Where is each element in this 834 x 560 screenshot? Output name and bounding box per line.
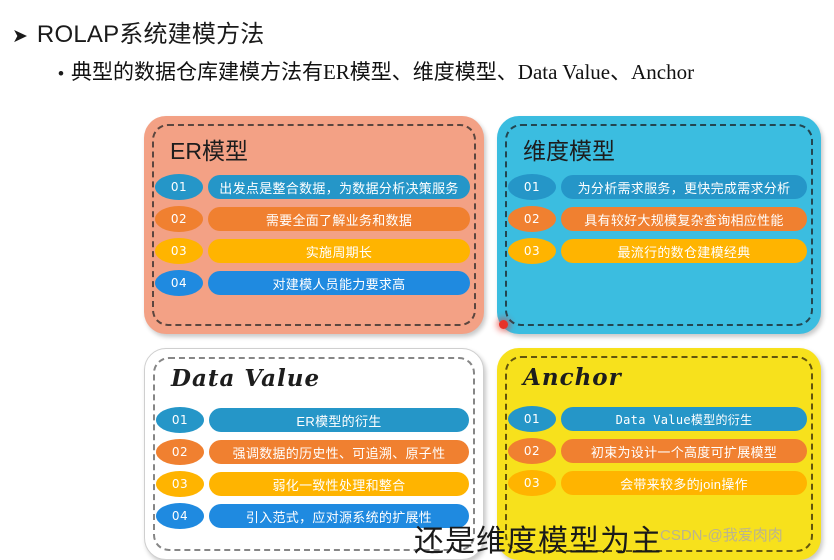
- panel-title-dimension: 维度模型: [523, 138, 615, 164]
- row-bar: 对建模人员能力要求高: [208, 271, 470, 295]
- row-bar: Data Value模型的衍生: [561, 407, 807, 431]
- row-bar: 出发点是整合数据，为数据分析决策服务: [208, 175, 470, 199]
- watermark-text: CSDN-@我爱肉肉: [660, 527, 783, 544]
- row-bar: 具有较好大规模复杂查询相应性能: [561, 207, 807, 231]
- panel-row-list-er: 01 出发点是整合数据，为数据分析决策服务 02 需要全面了解业务和数据 03 …: [155, 174, 470, 302]
- row-badge: 01: [155, 174, 203, 200]
- list-item: 04 对建模人员能力要求高: [155, 270, 470, 296]
- red-marker-dot: [499, 320, 508, 329]
- quadrant-diagram: ER模型 01 出发点是整合数据，为数据分析决策服务 02 需要全面了解业务和数…: [0, 0, 834, 560]
- row-badge: 01: [508, 174, 556, 200]
- list-item: 01 为分析需求服务，更快完成需求分析: [508, 174, 807, 200]
- row-badge: 01: [156, 407, 204, 433]
- row-badge: 03: [508, 470, 556, 496]
- row-bar: 会带来较多的join操作: [561, 471, 807, 495]
- panel-title-anchor: Anchor: [523, 364, 622, 391]
- row-bar: 初束为设计一个高度可扩展模型: [561, 439, 807, 463]
- panel-title-data-value: Data Value: [171, 365, 321, 392]
- list-item: 03 最流行的数仓建模经典: [508, 238, 807, 264]
- panel-row-list-anchor: 01 Data Value模型的衍生 02 初束为设计一个高度可扩展模型 03 …: [508, 406, 807, 502]
- row-bar: 实施周期长: [208, 239, 470, 263]
- row-badge: 02: [156, 439, 204, 465]
- overlay-annotation-text: 还是维度模型为主: [414, 525, 662, 558]
- row-bar: 需要全面了解业务和数据: [208, 207, 470, 231]
- list-item: 01 ER模型的衍生: [156, 407, 469, 433]
- row-bar: 为分析需求服务，更快完成需求分析: [561, 175, 807, 199]
- list-item: 02 强调数据的历史性、可追溯、原子性: [156, 439, 469, 465]
- row-badge: 03: [155, 238, 203, 264]
- list-item: 02 具有较好大规模复杂查询相应性能: [508, 206, 807, 232]
- row-badge: 02: [508, 438, 556, 464]
- row-bar: 强调数据的历史性、可追溯、原子性: [209, 440, 469, 464]
- panel-dimension-model: 维度模型 01 为分析需求服务，更快完成需求分析 02 具有较好大规模复杂查询相…: [497, 116, 821, 334]
- list-item: 01 出发点是整合数据，为数据分析决策服务: [155, 174, 470, 200]
- row-badge: 02: [508, 206, 556, 232]
- list-item: 03 弱化一致性处理和整合: [156, 471, 469, 497]
- panel-row-list-dimension: 01 为分析需求服务，更快完成需求分析 02 具有较好大规模复杂查询相应性能 0…: [508, 174, 807, 270]
- panel-er-model: ER模型 01 出发点是整合数据，为数据分析决策服务 02 需要全面了解业务和数…: [144, 116, 484, 334]
- panel-title-er: ER模型: [170, 138, 248, 164]
- row-badge: 02: [155, 206, 203, 232]
- row-badge: 03: [508, 238, 556, 264]
- list-item: 03 会带来较多的join操作: [508, 470, 807, 496]
- row-bar: 最流行的数仓建模经典: [561, 239, 807, 263]
- row-bar: ER模型的衍生: [209, 408, 469, 432]
- row-badge: 01: [508, 406, 556, 432]
- list-item: 02 初束为设计一个高度可扩展模型: [508, 438, 807, 464]
- row-badge: 04: [155, 270, 203, 296]
- list-item: 01 Data Value模型的衍生: [508, 406, 807, 432]
- row-bar: 弱化一致性处理和整合: [209, 472, 469, 496]
- row-badge: 04: [156, 503, 204, 529]
- list-item: 02 需要全面了解业务和数据: [155, 206, 470, 232]
- list-item: 03 实施周期长: [155, 238, 470, 264]
- row-badge: 03: [156, 471, 204, 497]
